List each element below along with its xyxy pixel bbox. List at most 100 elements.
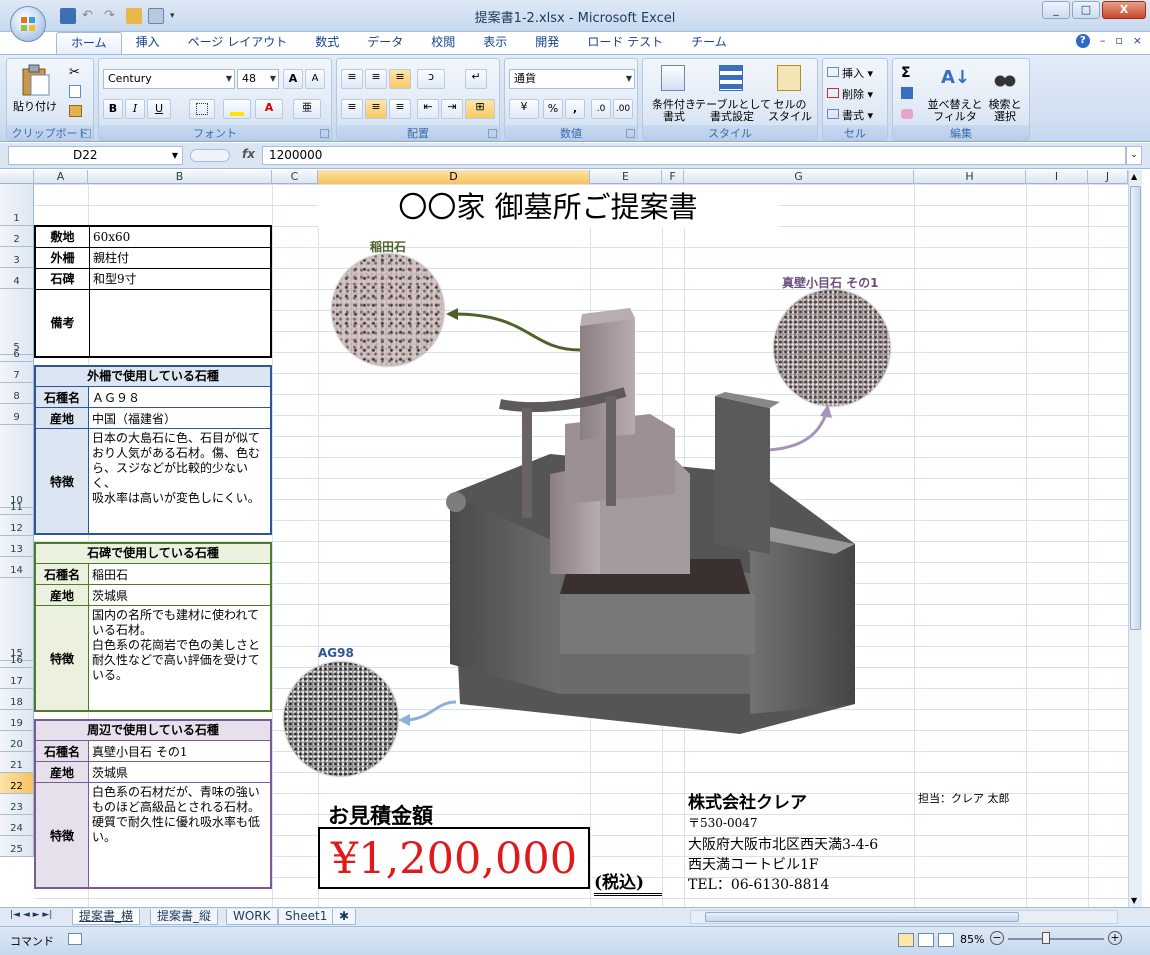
col-header-g[interactable]: G	[684, 170, 914, 184]
row-header[interactable]: 22	[0, 773, 34, 794]
row-header[interactable]: 25	[0, 836, 34, 857]
maximize-button[interactable]: □	[1072, 1, 1100, 19]
row-header[interactable]: 18	[0, 689, 34, 710]
row-header[interactable]: 10	[0, 425, 34, 508]
row-header[interactable]: 8	[0, 383, 34, 404]
office-button[interactable]	[10, 6, 46, 42]
name-box[interactable]: D22 ▼	[8, 146, 183, 165]
insert-cells-button[interactable]: 挿入 ▾	[827, 65, 873, 81]
italic-button[interactable]: I	[125, 99, 145, 119]
shrink-font-icon[interactable]: A	[305, 69, 325, 89]
tab-page-layout[interactable]: ページ レイアウト	[174, 32, 302, 54]
tab-data[interactable]: データ	[353, 32, 417, 54]
row-header[interactable]: 16	[0, 655, 34, 668]
font-size-combo[interactable]: 48 ▼	[237, 69, 279, 89]
row-header[interactable]: 11	[0, 502, 34, 515]
bold-button[interactable]: B	[103, 99, 123, 119]
vertical-scrollbar[interactable]: ▲ ▼	[1128, 170, 1142, 907]
tab-review[interactable]: 校閲	[417, 32, 469, 54]
row-header[interactable]: 23	[0, 794, 34, 815]
row-header[interactable]: 24	[0, 815, 34, 836]
currency-icon[interactable]: ¥	[509, 99, 539, 119]
page-layout-view-icon[interactable]	[918, 933, 934, 947]
format-painter-icon[interactable]	[69, 105, 82, 117]
page-break-view-icon[interactable]	[938, 933, 954, 947]
fill-icon[interactable]	[901, 87, 913, 99]
vertical-scroll-thumb[interactable]	[1130, 186, 1141, 630]
col-header-f[interactable]: F	[662, 170, 684, 184]
workbook-close-icon[interactable]: ×	[1133, 34, 1142, 48]
conditional-format-button[interactable]: 条件付き 書式	[647, 63, 701, 125]
tab-formulas[interactable]: 数式	[301, 32, 353, 54]
cut-icon[interactable]: ✂	[69, 65, 80, 80]
paste-button[interactable]: 貼り付け	[11, 63, 59, 123]
select-all-corner[interactable]	[0, 170, 34, 184]
sheet-tab-sheet1[interactable]: Sheet1	[278, 909, 335, 925]
find-select-button[interactable]: 検索と 選択	[983, 63, 1027, 125]
col-header-a[interactable]: A	[34, 170, 88, 184]
normal-view-icon[interactable]	[898, 933, 914, 947]
row-header[interactable]: 15	[0, 578, 34, 661]
phonetic-icon[interactable]: 亜	[293, 99, 321, 119]
tab-developer[interactable]: 開発	[521, 32, 573, 54]
percent-button[interactable]: %	[543, 99, 563, 119]
align-left-icon[interactable]: ≡	[341, 99, 363, 119]
col-header-i[interactable]: I	[1026, 170, 1088, 184]
row-header[interactable]: 5	[0, 289, 34, 355]
delete-cells-button[interactable]: 削除 ▾	[827, 86, 873, 102]
sort-filter-button[interactable]: A↓ 並べ替えと フィルタ	[928, 63, 983, 125]
font-name-combo[interactable]: Century ▼	[103, 69, 235, 89]
row-header[interactable]: 20	[0, 731, 34, 752]
grow-font-icon[interactable]: A	[283, 69, 303, 89]
fill-color-icon[interactable]	[223, 99, 251, 119]
merge-center-icon[interactable]: ⊞	[465, 99, 495, 119]
tab-view[interactable]: 表示	[469, 32, 521, 54]
align-bottom-icon[interactable]: ≡	[389, 69, 411, 89]
comma-button[interactable]: ,	[565, 99, 585, 119]
col-header-b[interactable]: B	[88, 170, 272, 184]
workbook-restore-icon[interactable]: ▫	[1115, 34, 1122, 48]
row-header[interactable]: 21	[0, 752, 34, 773]
border-icon[interactable]	[189, 99, 215, 119]
cell-styles-button[interactable]: セルの スタイル	[765, 63, 815, 125]
zoom-slider[interactable]	[1008, 932, 1104, 944]
row-header[interactable]: 13	[0, 536, 34, 557]
workbook-minimize-icon[interactable]: –	[1100, 34, 1106, 48]
row-header[interactable]: 2	[0, 226, 34, 247]
decrease-indent-icon[interactable]: ⇤	[417, 99, 439, 119]
copy-icon[interactable]	[69, 85, 81, 98]
orientation-icon[interactable]: ↄ	[417, 69, 445, 89]
worksheet-grid[interactable]: A B C D E F G H I J 1 2 3 4 5 6 7 8 9 10 11 12 13 14 1…	[0, 170, 1128, 907]
row-header[interactable]: 6	[0, 349, 34, 362]
horizontal-scroll-thumb[interactable]	[705, 912, 1019, 922]
clear-icon[interactable]	[901, 109, 913, 119]
increase-indent-icon[interactable]: ⇥	[441, 99, 463, 119]
font-launcher-icon[interactable]	[320, 129, 329, 138]
expand-formula-icon[interactable]: ⌄	[1126, 146, 1142, 165]
row-header[interactable]: 17	[0, 668, 34, 689]
col-header-h[interactable]: H	[914, 170, 1026, 184]
zoom-in-icon[interactable]: +	[1108, 931, 1122, 945]
row-header[interactable]: 12	[0, 515, 34, 536]
formula-input[interactable]: 1200000	[262, 146, 1126, 165]
tab-insert[interactable]: 挿入	[122, 32, 174, 54]
align-top-icon[interactable]: ≡	[341, 69, 363, 89]
sheet-tab-proposal-portrait[interactable]: 提案書_縦	[150, 909, 219, 925]
close-button[interactable]: X	[1102, 1, 1146, 19]
row-header[interactable]: 14	[0, 557, 34, 578]
font-color-icon[interactable]: A	[255, 99, 283, 119]
tab-home[interactable]: ホーム	[56, 32, 122, 54]
macro-record-icon[interactable]	[68, 933, 82, 945]
first-sheet-icon[interactable]: |◄ ◄ ► ►|	[10, 910, 52, 920]
format-cells-button[interactable]: 書式 ▾	[827, 107, 873, 123]
format-as-table-button[interactable]: テーブルとして 書式設定	[695, 63, 771, 125]
zoom-level[interactable]: 85%	[960, 933, 984, 946]
row-header[interactable]: 7	[0, 362, 34, 383]
wrap-text-icon[interactable]: ↵	[465, 69, 487, 89]
sheet-tab-proposal-landscape[interactable]: 提案書_横	[72, 909, 141, 925]
scroll-up-icon[interactable]: ▲	[1131, 172, 1137, 181]
autosum-button[interactable]: Σ	[901, 65, 911, 81]
minimize-button[interactable]: _	[1042, 1, 1070, 19]
col-header-d[interactable]: D	[318, 170, 590, 184]
row-header[interactable]: 4	[0, 268, 34, 289]
